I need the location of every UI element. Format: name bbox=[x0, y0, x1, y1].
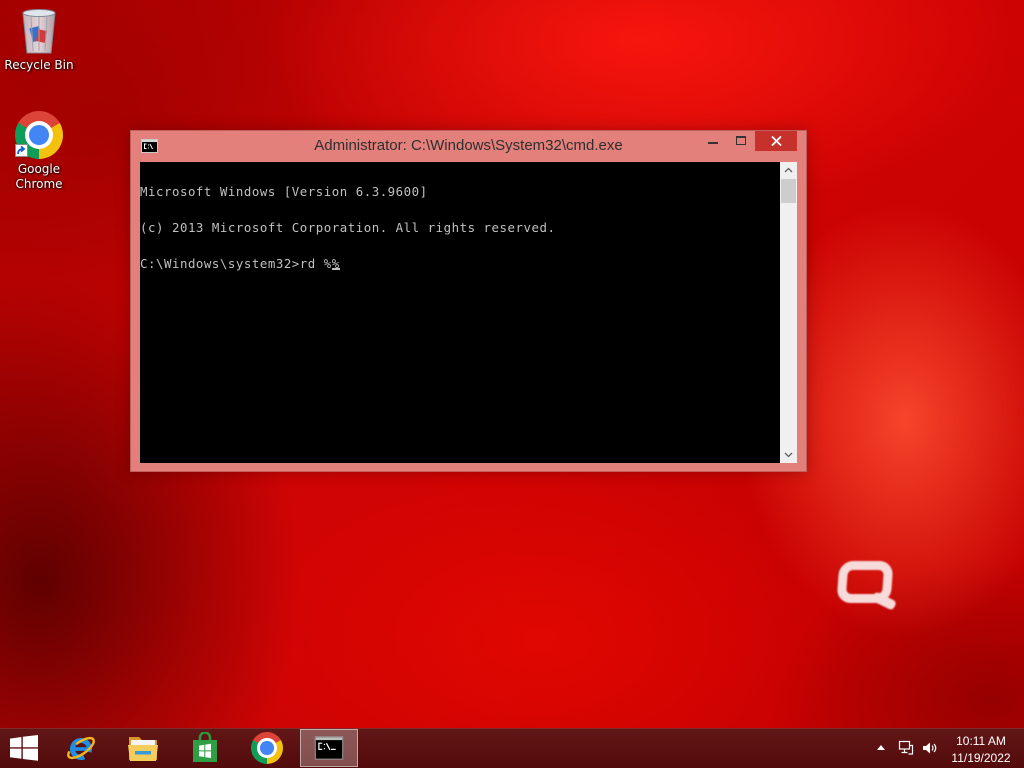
command-prompt: C:\Windows\system32> bbox=[140, 256, 300, 271]
scroll-down-button[interactable] bbox=[780, 446, 797, 463]
clock-time: 10:11 AM bbox=[956, 734, 1006, 748]
taskbar-clock[interactable]: 10:11 AM 11/19/2022 bbox=[946, 733, 1016, 767]
chrome-icon-center bbox=[28, 124, 50, 146]
close-button[interactable] bbox=[755, 131, 797, 151]
console-prompt-line: C:\Windows\system32>rd %% bbox=[140, 256, 780, 271]
taskbar-internet-explorer[interactable] bbox=[52, 729, 110, 767]
chrome-icon bbox=[251, 732, 283, 764]
cmd-icon bbox=[314, 736, 344, 760]
volume-icon[interactable] bbox=[922, 740, 938, 756]
desktop-icon-label: Recycle Bin bbox=[4, 58, 74, 72]
desktop-icon-recycle-bin[interactable]: Recycle Bin bbox=[3, 5, 75, 75]
taskbar-file-explorer[interactable] bbox=[114, 729, 172, 767]
recycle-bin-icon bbox=[22, 9, 56, 54]
vertical-scrollbar[interactable] bbox=[780, 162, 797, 463]
chrome-icon-center bbox=[260, 741, 274, 755]
console-line: Microsoft Windows [Version 6.3.9600] bbox=[140, 184, 428, 199]
desktop-icon-label: Chrome bbox=[15, 177, 63, 191]
scrollbar-thumb[interactable] bbox=[781, 179, 796, 203]
taskbar-store[interactable] bbox=[176, 729, 234, 767]
minimize-button[interactable] bbox=[699, 131, 727, 151]
store-icon bbox=[193, 732, 217, 762]
text-cursor bbox=[331, 268, 340, 270]
close-icon bbox=[771, 136, 782, 146]
shortcut-arrow-icon bbox=[15, 144, 28, 157]
desktop-icon-label: Google bbox=[17, 162, 61, 176]
chevron-down-icon bbox=[784, 452, 793, 458]
network-icon[interactable] bbox=[898, 740, 914, 756]
scroll-up-button[interactable] bbox=[780, 162, 797, 179]
file-explorer-icon bbox=[128, 737, 158, 761]
taskbar-cmd[interactable] bbox=[300, 729, 358, 767]
maximize-icon bbox=[736, 136, 746, 145]
desktop-icon-google-chrome[interactable]: Google Chrome bbox=[3, 109, 75, 195]
minimize-icon bbox=[708, 142, 718, 144]
cmd-window[interactable]: Administrator: C:\Windows\System32\cmd.e… bbox=[130, 130, 807, 472]
taskbar: 10:11 AM 11/19/2022 bbox=[0, 728, 1024, 768]
title-bar[interactable]: Administrator: C:\Windows\System32\cmd.e… bbox=[130, 130, 807, 162]
windows-start-icon bbox=[10, 735, 38, 761]
show-hidden-icons-icon[interactable] bbox=[877, 745, 885, 750]
chevron-up-icon bbox=[784, 167, 793, 173]
start-button[interactable] bbox=[0, 729, 48, 767]
internet-explorer-icon bbox=[67, 736, 95, 760]
console-output[interactable]: Microsoft Windows [Version 6.3.9600] (c)… bbox=[140, 162, 780, 463]
console-line: (c) 2013 Microsoft Corporation. All righ… bbox=[140, 220, 556, 235]
taskbar-chrome[interactable] bbox=[238, 729, 296, 767]
clock-date: 11/19/2022 bbox=[951, 751, 1011, 765]
compaq-logo bbox=[836, 561, 898, 613]
maximize-button[interactable] bbox=[727, 131, 755, 151]
